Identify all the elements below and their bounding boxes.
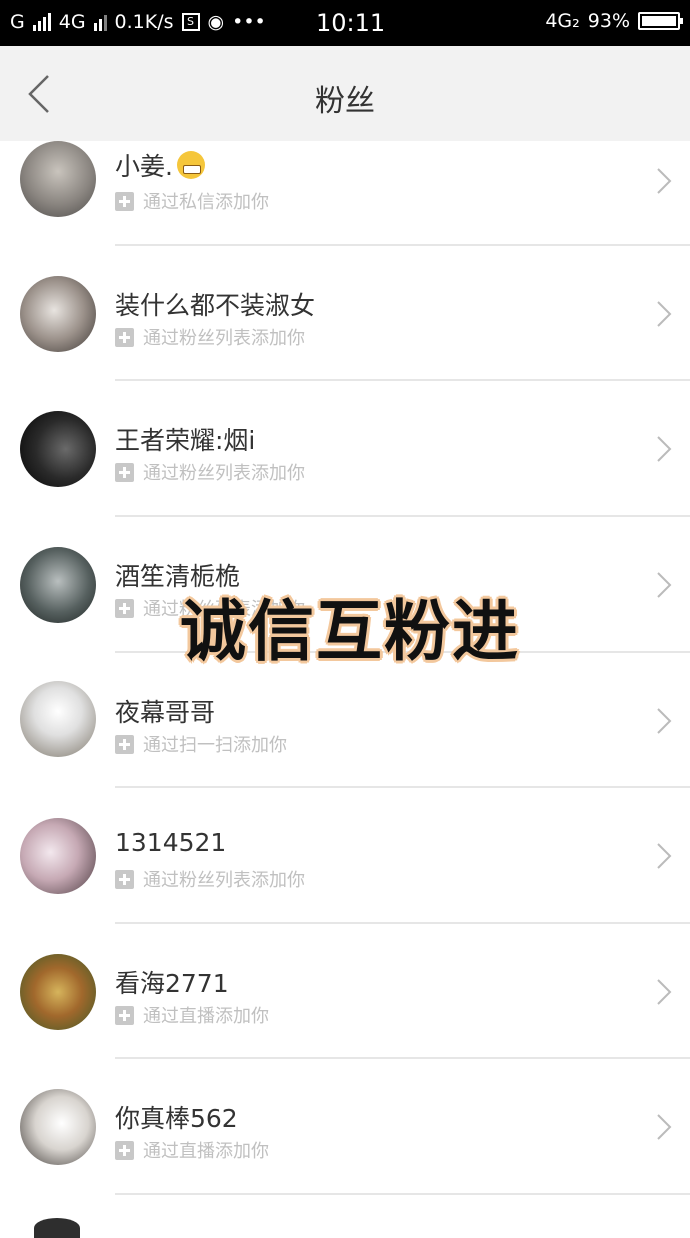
chevron-right-icon (657, 979, 672, 1005)
fan-source: 通过粉丝列表添加你 (115, 324, 305, 350)
chevron-right-icon (657, 168, 672, 194)
source-text: 通过粉丝列表添加你 (143, 463, 305, 484)
grimace-emoji-icon (176, 151, 205, 179)
add-icon (115, 462, 134, 482)
add-icon (115, 734, 134, 754)
add-icon (115, 869, 134, 889)
chevron-right-icon (657, 301, 672, 327)
avatar[interactable] (20, 547, 96, 623)
overlay-caption: 诚信互粉进 (180, 593, 520, 670)
fan-row[interactable]: 1314521 通过粉丝列表添加你 (0, 788, 690, 923)
fan-source: 通过直播添加你 (115, 1002, 269, 1028)
more-dots: ••• (232, 11, 266, 33)
fan-row[interactable]: 你真棒562 通过直播添加你 (0, 1059, 690, 1194)
fan-row[interactable]: 看海2771 通过直播添加你 (0, 924, 690, 1059)
battery-percent: 93% (587, 10, 630, 32)
add-icon (115, 1140, 134, 1160)
signal-strength-icon-2 (93, 13, 107, 31)
source-text: 通过直播添加你 (143, 1141, 269, 1162)
fan-name: 装什么都不装淑女 (115, 291, 316, 320)
fan-name: 你真棒562 (115, 1104, 238, 1133)
fan-source: 通过粉丝列表添加你 (115, 459, 305, 485)
carrier-label: G (10, 11, 25, 33)
fan-name: 王者荣耀:烟i (115, 426, 256, 455)
chevron-right-icon (657, 572, 672, 598)
fan-source: 通过直播添加你 (115, 1137, 269, 1163)
sim-icon: S (181, 13, 200, 31)
chevron-right-icon (657, 708, 672, 734)
fan-source: 通过粉丝列表添加你 (115, 866, 305, 892)
fan-source: 通过私信添加你 (115, 188, 269, 214)
add-icon (115, 191, 134, 211)
avatar[interactable] (20, 411, 96, 487)
page-title: 粉丝 (315, 84, 375, 119)
fan-name: 小姜. (115, 147, 205, 183)
clock: 10:11 (316, 9, 386, 37)
network-indicator: 4G₂ (545, 10, 580, 32)
fan-row[interactable]: 王者荣耀:烟i 通过粉丝列表添加你 (0, 381, 690, 516)
source-text: 通过直播添加你 (143, 1006, 269, 1027)
signal-strength-icon (32, 13, 51, 31)
chevron-right-icon (657, 436, 672, 462)
avatar-partial (34, 1218, 80, 1238)
add-icon (115, 598, 134, 618)
avatar[interactable] (20, 818, 96, 894)
source-text: 通过私信添加你 (143, 192, 269, 213)
fan-name: 看海2771 (115, 969, 229, 998)
chevron-right-icon (657, 1114, 672, 1140)
fan-source: 通过扫一扫添加你 (115, 731, 287, 757)
battery-icon (638, 12, 683, 30)
avatar[interactable] (20, 954, 96, 1030)
avatar[interactable] (20, 276, 96, 352)
chevron-right-icon (657, 843, 672, 869)
fan-name-text: 小姜. (115, 152, 173, 181)
add-icon (115, 327, 134, 347)
add-icon (115, 1005, 134, 1025)
avatar[interactable] (20, 1089, 96, 1165)
fan-name: 1314521 (115, 828, 227, 857)
source-text: 通过扫一扫添加你 (143, 735, 287, 756)
fan-name: 夜幕哥哥 (115, 698, 216, 727)
avatar[interactable] (20, 681, 96, 757)
fan-row[interactable]: 小姜. 通过私信添加你 (0, 115, 690, 250)
globe-icon: ◉ (207, 11, 225, 33)
network-type-label: 4G (58, 11, 86, 33)
source-text: 通过粉丝列表添加你 (143, 328, 305, 349)
status-bar: G 4G 0.1K/s S ◉ ••• 10:11 4G₂ 93% (0, 0, 690, 46)
fan-row[interactable]: 装什么都不装淑女 通过粉丝列表添加你 (0, 246, 690, 381)
divider (115, 1193, 690, 1195)
source-text: 通过粉丝列表添加你 (143, 870, 305, 891)
avatar[interactable] (20, 141, 96, 217)
network-speed: 0.1K/s (114, 11, 174, 33)
